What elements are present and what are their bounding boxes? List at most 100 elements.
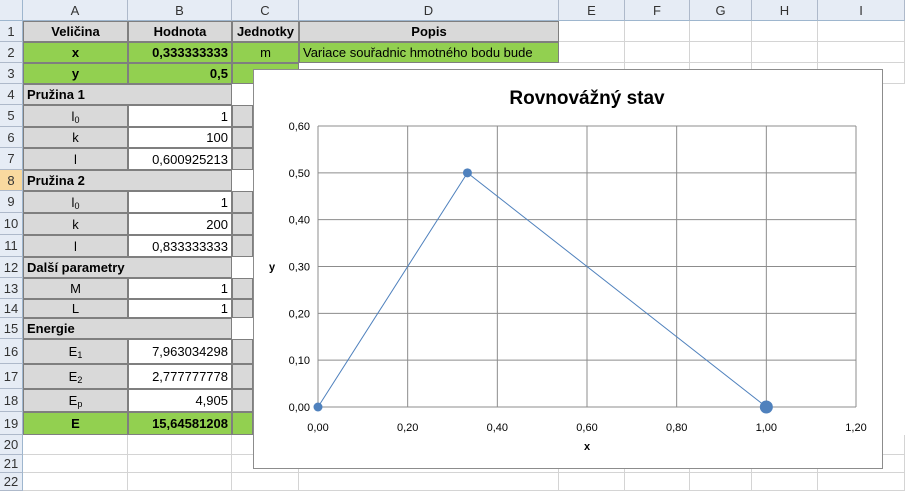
cell-B10[interactable]: 200 [128, 213, 232, 235]
cell-F2[interactable] [625, 42, 690, 63]
cell-B18[interactable]: 4,905 [128, 389, 232, 412]
row-header-17[interactable]: 17 [0, 364, 23, 389]
cell-C11[interactable] [232, 235, 253, 257]
cell-B19[interactable]: 15,64581208 [128, 412, 232, 435]
cell-F22[interactable] [625, 473, 690, 491]
cell-A7[interactable]: l [23, 148, 128, 170]
cell-B20[interactable] [128, 435, 232, 455]
row-header-1[interactable]: 1 [0, 21, 23, 42]
row-header-15[interactable]: 15 [0, 318, 23, 339]
cell-B16[interactable]: 7,963034298 [128, 339, 232, 364]
column-header-B[interactable]: B [128, 0, 232, 21]
cell-A5[interactable]: l0 [23, 105, 128, 127]
column-header-I[interactable]: I [818, 0, 905, 21]
cell-A4[interactable]: Pružina 1 [23, 84, 232, 105]
cell-B17[interactable]: 2,777777778 [128, 364, 232, 389]
cell-I1[interactable] [818, 21, 905, 42]
cell-A6[interactable]: k [23, 127, 128, 148]
cell-B6[interactable]: 100 [128, 127, 232, 148]
row-header-11[interactable]: 11 [0, 235, 23, 257]
cell-C5[interactable] [232, 105, 253, 127]
cell-A19[interactable]: E [23, 412, 128, 435]
cell-D22[interactable] [299, 473, 559, 491]
cell-A14[interactable]: L [23, 299, 128, 318]
cell-A11[interactable]: l [23, 235, 128, 257]
cell-A16[interactable]: E1 [23, 339, 128, 364]
cell-B5[interactable]: 1 [128, 105, 232, 127]
row-header-20[interactable]: 20 [0, 435, 23, 455]
cell-C10[interactable] [232, 213, 253, 235]
cell-B2[interactable]: 0,333333333 [128, 42, 232, 63]
cell-C14[interactable] [232, 299, 253, 318]
row-header-3[interactable]: 3 [0, 63, 23, 84]
row-header-22[interactable]: 22 [0, 473, 23, 491]
cell-A21[interactable] [23, 455, 128, 473]
cell-C18[interactable] [232, 389, 253, 412]
cell-A13[interactable]: M [23, 278, 128, 299]
cell-C13[interactable] [232, 278, 253, 299]
row-header-13[interactable]: 13 [0, 278, 23, 299]
cell-C17[interactable] [232, 364, 253, 389]
cell-C7[interactable] [232, 148, 253, 170]
row-header-19[interactable]: 19 [0, 412, 23, 435]
column-header-G[interactable]: G [690, 0, 752, 21]
cell-C1[interactable]: Jednotky [232, 21, 299, 42]
cell-B7[interactable]: 0,600925213 [128, 148, 232, 170]
cell-D2[interactable]: Variace souřadnic hmotného bodu bude [299, 42, 559, 63]
cell-A17[interactable]: E2 [23, 364, 128, 389]
cell-A2[interactable]: x [23, 42, 128, 63]
cell-H2[interactable] [752, 42, 818, 63]
column-header-H[interactable]: H [752, 0, 818, 21]
cell-B21[interactable] [128, 455, 232, 473]
row-header-14[interactable]: 14 [0, 299, 23, 318]
cell-B3[interactable]: 0,5 [128, 63, 232, 84]
cell-I2[interactable] [818, 42, 905, 63]
row-header-4[interactable]: 4 [0, 84, 23, 105]
cell-B14[interactable]: 1 [128, 299, 232, 318]
row-header-10[interactable]: 10 [0, 213, 23, 235]
cell-C22[interactable] [232, 473, 299, 491]
cell-A9[interactable]: l0 [23, 191, 128, 213]
cell-A15[interactable]: Energie [23, 318, 232, 339]
cell-F1[interactable] [625, 21, 690, 42]
cell-E1[interactable] [559, 21, 625, 42]
cell-B1[interactable]: Hodnota [128, 21, 232, 42]
cell-A22[interactable] [23, 473, 128, 491]
cell-E22[interactable] [559, 473, 625, 491]
cell-D1[interactable]: Popis [299, 21, 559, 42]
cell-G22[interactable] [690, 473, 752, 491]
cell-C19[interactable] [232, 412, 253, 435]
cell-C16[interactable] [232, 339, 253, 364]
cell-C9[interactable] [232, 191, 253, 213]
chart-container[interactable]: Rovnovážný stav 0,00 0,20 0,40 0,60 0,80 1,00 1… [253, 69, 883, 469]
cell-A1[interactable]: Veličina [23, 21, 128, 42]
row-header-6[interactable]: 6 [0, 127, 23, 148]
column-header-A[interactable]: A [23, 0, 128, 21]
row-header-2[interactable]: 2 [0, 42, 23, 63]
cell-H1[interactable] [752, 21, 818, 42]
cell-I22[interactable] [818, 473, 905, 491]
column-header-D[interactable]: D [299, 0, 559, 21]
cell-A20[interactable] [23, 435, 128, 455]
row-header-21[interactable]: 21 [0, 455, 23, 473]
column-header-C[interactable]: C [232, 0, 299, 21]
cell-G2[interactable] [690, 42, 752, 63]
cell-C2[interactable]: m [232, 42, 299, 63]
cell-A12[interactable]: Další parametry [23, 257, 232, 278]
cell-E2[interactable] [559, 42, 625, 63]
cell-H22[interactable] [752, 473, 818, 491]
select-all-corner[interactable] [0, 0, 23, 21]
row-header-9[interactable]: 9 [0, 191, 23, 213]
cell-B9[interactable]: 1 [128, 191, 232, 213]
cell-G1[interactable] [690, 21, 752, 42]
cell-B22[interactable] [128, 473, 232, 491]
row-header-7[interactable]: 7 [0, 148, 23, 170]
row-header-16[interactable]: 16 [0, 339, 23, 364]
column-header-E[interactable]: E [559, 0, 625, 21]
cell-A10[interactable]: k [23, 213, 128, 235]
row-header-12[interactable]: 12 [0, 257, 23, 278]
row-header-5[interactable]: 5 [0, 105, 23, 127]
cell-B11[interactable]: 0,833333333 [128, 235, 232, 257]
cell-A18[interactable]: Ep [23, 389, 128, 412]
row-header-18[interactable]: 18 [0, 389, 23, 412]
